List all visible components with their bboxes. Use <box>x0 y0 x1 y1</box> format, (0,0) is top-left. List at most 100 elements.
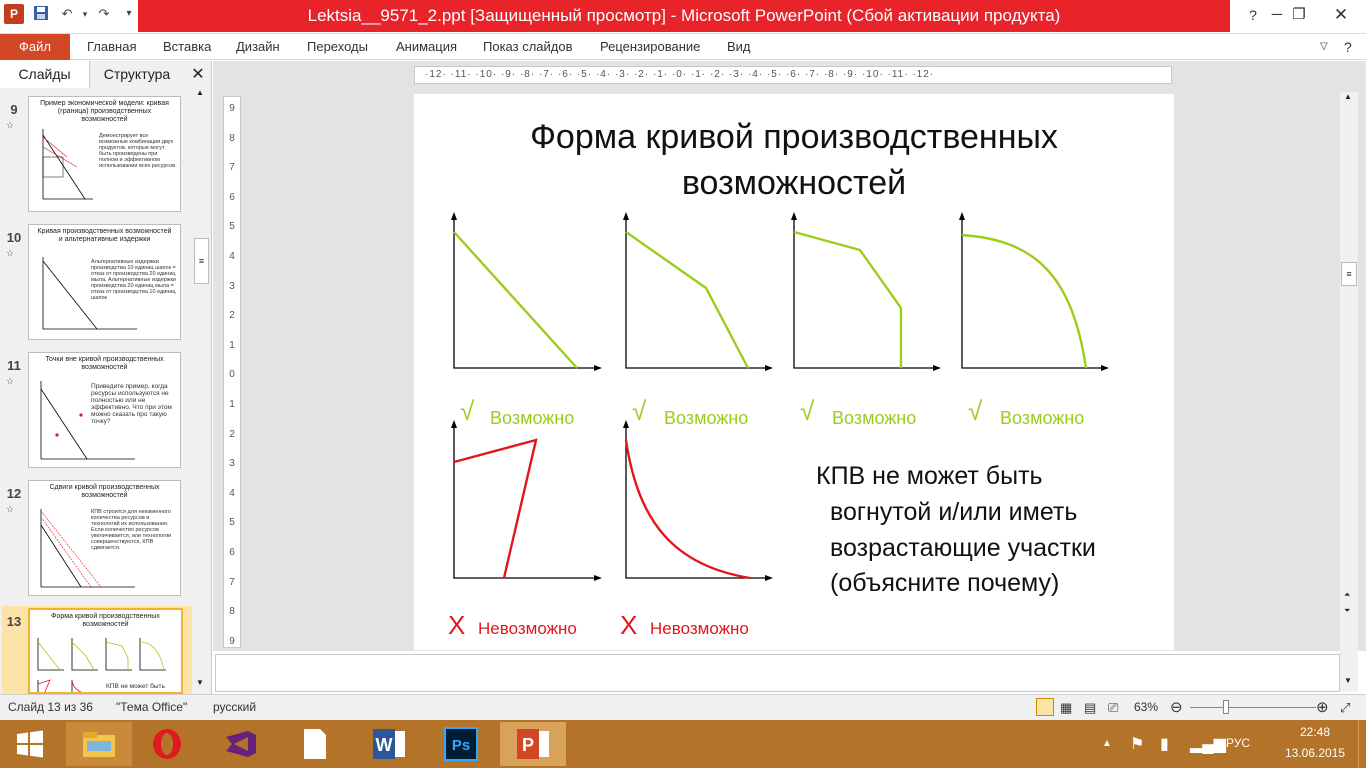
note-line: возрастающие участки <box>830 534 1096 562</box>
ribbon-expand-icon[interactable]: ▽ <box>1320 34 1328 60</box>
thumbnail-graph <box>42 129 93 200</box>
note-line: вогнутой и/или иметь <box>830 498 1077 526</box>
zoom-level[interactable]: 63% <box>1134 695 1158 720</box>
check-mark-icon: √ <box>460 396 475 426</box>
scroll-down-icon[interactable]: ▼ <box>196 678 204 687</box>
tab-slideshow[interactable]: Показ слайдов <box>483 34 573 60</box>
slide-thumbnail-10[interactable]: Кривая производственных возможностей и а… <box>28 224 181 340</box>
tab-slides[interactable]: Слайды <box>0 61 90 88</box>
slide-thumbnail-13[interactable]: Форма кривой производственных возможност… <box>28 608 183 694</box>
thumbnail-title: Кривая производственных возможностей и а… <box>37 228 172 243</box>
clock-time[interactable]: 22:48 <box>1290 725 1340 739</box>
blank-document-icon[interactable] <box>282 722 348 766</box>
horizontal-ruler: ·12· ·11· ·10· ·9· ·8· ·7· ·6· ·5· ·4· ·… <box>414 66 1172 84</box>
slides-pane-scrollbar[interactable]: ▲ ≡ ▼ <box>193 88 210 692</box>
thumbnail-body: Приведите пример, когда ресурсы использу… <box>91 383 172 425</box>
tab-home[interactable]: Главная <box>87 34 136 60</box>
ruler-tick-label: 0 <box>229 369 235 381</box>
undo-icon[interactable]: ↶ <box>58 5 76 23</box>
powerpoint-taskbar-icon[interactable]: P <box>500 722 566 766</box>
powerpoint-app-icon[interactable]: P <box>4 4 24 24</box>
slide-canvas[interactable]: Форма кривой производственных возможност… <box>414 94 1174 650</box>
notes-pane[interactable] <box>215 654 1340 692</box>
zoom-out-icon[interactable]: ⊖ <box>1170 695 1183 720</box>
opera-icon[interactable] <box>134 722 200 766</box>
action-center-flag-icon[interactable]: ⚑ <box>1130 734 1144 754</box>
show-hidden-icons-icon[interactable]: ▲ <box>1102 738 1112 749</box>
possible-label: Возможно <box>832 408 916 428</box>
show-desktop-button[interactable] <box>1358 720 1366 768</box>
slide-scrollbar[interactable]: ▲ ≡ ⏶ ⏷ ▼ <box>1340 92 1358 692</box>
ruler-tick-label: 8 <box>229 132 235 144</box>
battery-icon[interactable]: ▮ <box>1160 734 1169 754</box>
ruler-tick-label: 5 <box>229 221 235 233</box>
keyboard-language[interactable]: РУС <box>1226 736 1250 750</box>
fit-to-window-icon[interactable]: ⤢ <box>1340 695 1350 720</box>
thumbnail-body: Демонстрирует все возможные комбинации д… <box>99 133 177 169</box>
maximize-button[interactable]: ❐ <box>1276 0 1322 30</box>
slide-thumbnail-9[interactable]: Пример экономической модели: кривая (гра… <box>28 96 181 212</box>
ruler-tick-label: 7 <box>229 576 235 588</box>
tab-design[interactable]: Дизайн <box>236 34 280 60</box>
scroll-thumb[interactable]: ≡ <box>1341 262 1357 286</box>
slide-number: 11 <box>7 358 21 373</box>
possible-label: Возможно <box>664 408 748 428</box>
ruler-tick-label: 7 <box>229 162 235 174</box>
ruler-tick-label: 4 <box>229 487 235 499</box>
slide-number: 10 <box>6 230 22 245</box>
tab-review[interactable]: Рецензирование <box>600 34 700 60</box>
scroll-thumb[interactable]: ≡ <box>194 238 209 284</box>
previous-slide-icon[interactable]: ⏶ <box>1344 590 1350 600</box>
animation-star-icon: ☆ <box>6 376 15 386</box>
zoom-slider-thumb[interactable] <box>1223 700 1229 714</box>
redo-icon[interactable]: ↷ <box>95 5 113 23</box>
tab-insert[interactable]: Вставка <box>163 34 211 60</box>
file-explorer-icon[interactable] <box>66 722 132 766</box>
reading-view-icon[interactable]: ▤ <box>1084 695 1096 720</box>
thumbnail-body: КПВ строится для неизменного количества … <box>91 509 172 551</box>
ppf-curve-two-segment <box>625 231 750 369</box>
word-icon[interactable]: W <box>356 722 422 766</box>
clock-date[interactable]: 13.06.2015 <box>1276 746 1354 760</box>
slide-thumbnail-12[interactable]: Сдвиги кривой производственных возможнос… <box>28 480 181 596</box>
thumbnail-title: Сдвиги кривой производственных возможнос… <box>49 484 160 499</box>
check-mark-icon: √ <box>632 396 647 426</box>
pane-close-icon[interactable]: ✕ <box>186 61 210 88</box>
svg-text:Ps: Ps <box>452 737 470 754</box>
slideshow-icon[interactable]: ⎚ <box>1108 695 1118 720</box>
scroll-up-icon[interactable]: ▲ <box>1344 92 1352 101</box>
scroll-down-icon[interactable]: ▼ <box>1344 676 1352 685</box>
normal-view-icon[interactable] <box>1036 698 1054 716</box>
theme-name: "Тема Office" <box>116 700 188 714</box>
cross-mark-icon: X <box>620 610 637 640</box>
scroll-up-icon[interactable]: ▲ <box>196 88 204 97</box>
ppf-curve-linear <box>453 231 578 369</box>
help-icon[interactable]: ? <box>1344 34 1352 60</box>
thumbnail-title: Точки вне кривой производственных возмож… <box>45 356 164 371</box>
zoom-slider[interactable] <box>1190 707 1316 708</box>
slide-sorter-icon[interactable]: ▦ <box>1060 695 1072 720</box>
svg-text:P: P <box>522 735 534 755</box>
network-signal-icon[interactable]: ▂▄▆ <box>1190 734 1226 754</box>
slide-thumbnail-11[interactable]: Точки вне кривой производственных возмож… <box>28 352 181 468</box>
start-button[interactable] <box>0 722 60 766</box>
visual-studio-icon[interactable] <box>208 722 274 766</box>
undo-dropdown-icon[interactable]: ▾ <box>76 5 94 23</box>
next-slide-icon[interactable]: ⏷ <box>1344 606 1350 616</box>
tab-animation[interactable]: Анимация <box>396 34 457 60</box>
close-button[interactable]: ✕ <box>1318 0 1364 30</box>
tab-outline[interactable]: Структура <box>92 61 182 88</box>
slide-number: 13 <box>6 614 22 629</box>
impossible-curve-convex <box>624 439 751 580</box>
customize-quick-access-icon[interactable]: ▾ <box>120 5 138 23</box>
file-tab[interactable]: Файл <box>0 34 70 60</box>
photoshop-icon[interactable]: Ps <box>428 722 494 766</box>
zoom-in-icon[interactable]: ⊕ <box>1316 695 1329 720</box>
tab-view[interactable]: Вид <box>727 34 751 60</box>
ruler-tick-label: 2 <box>229 428 235 440</box>
tab-transitions[interactable]: Переходы <box>307 34 368 60</box>
ruler-tick-label: 3 <box>229 280 235 292</box>
ruler-tick-label: 9 <box>229 103 235 114</box>
save-icon[interactable] <box>32 5 50 23</box>
language-indicator[interactable]: русский <box>213 695 256 720</box>
